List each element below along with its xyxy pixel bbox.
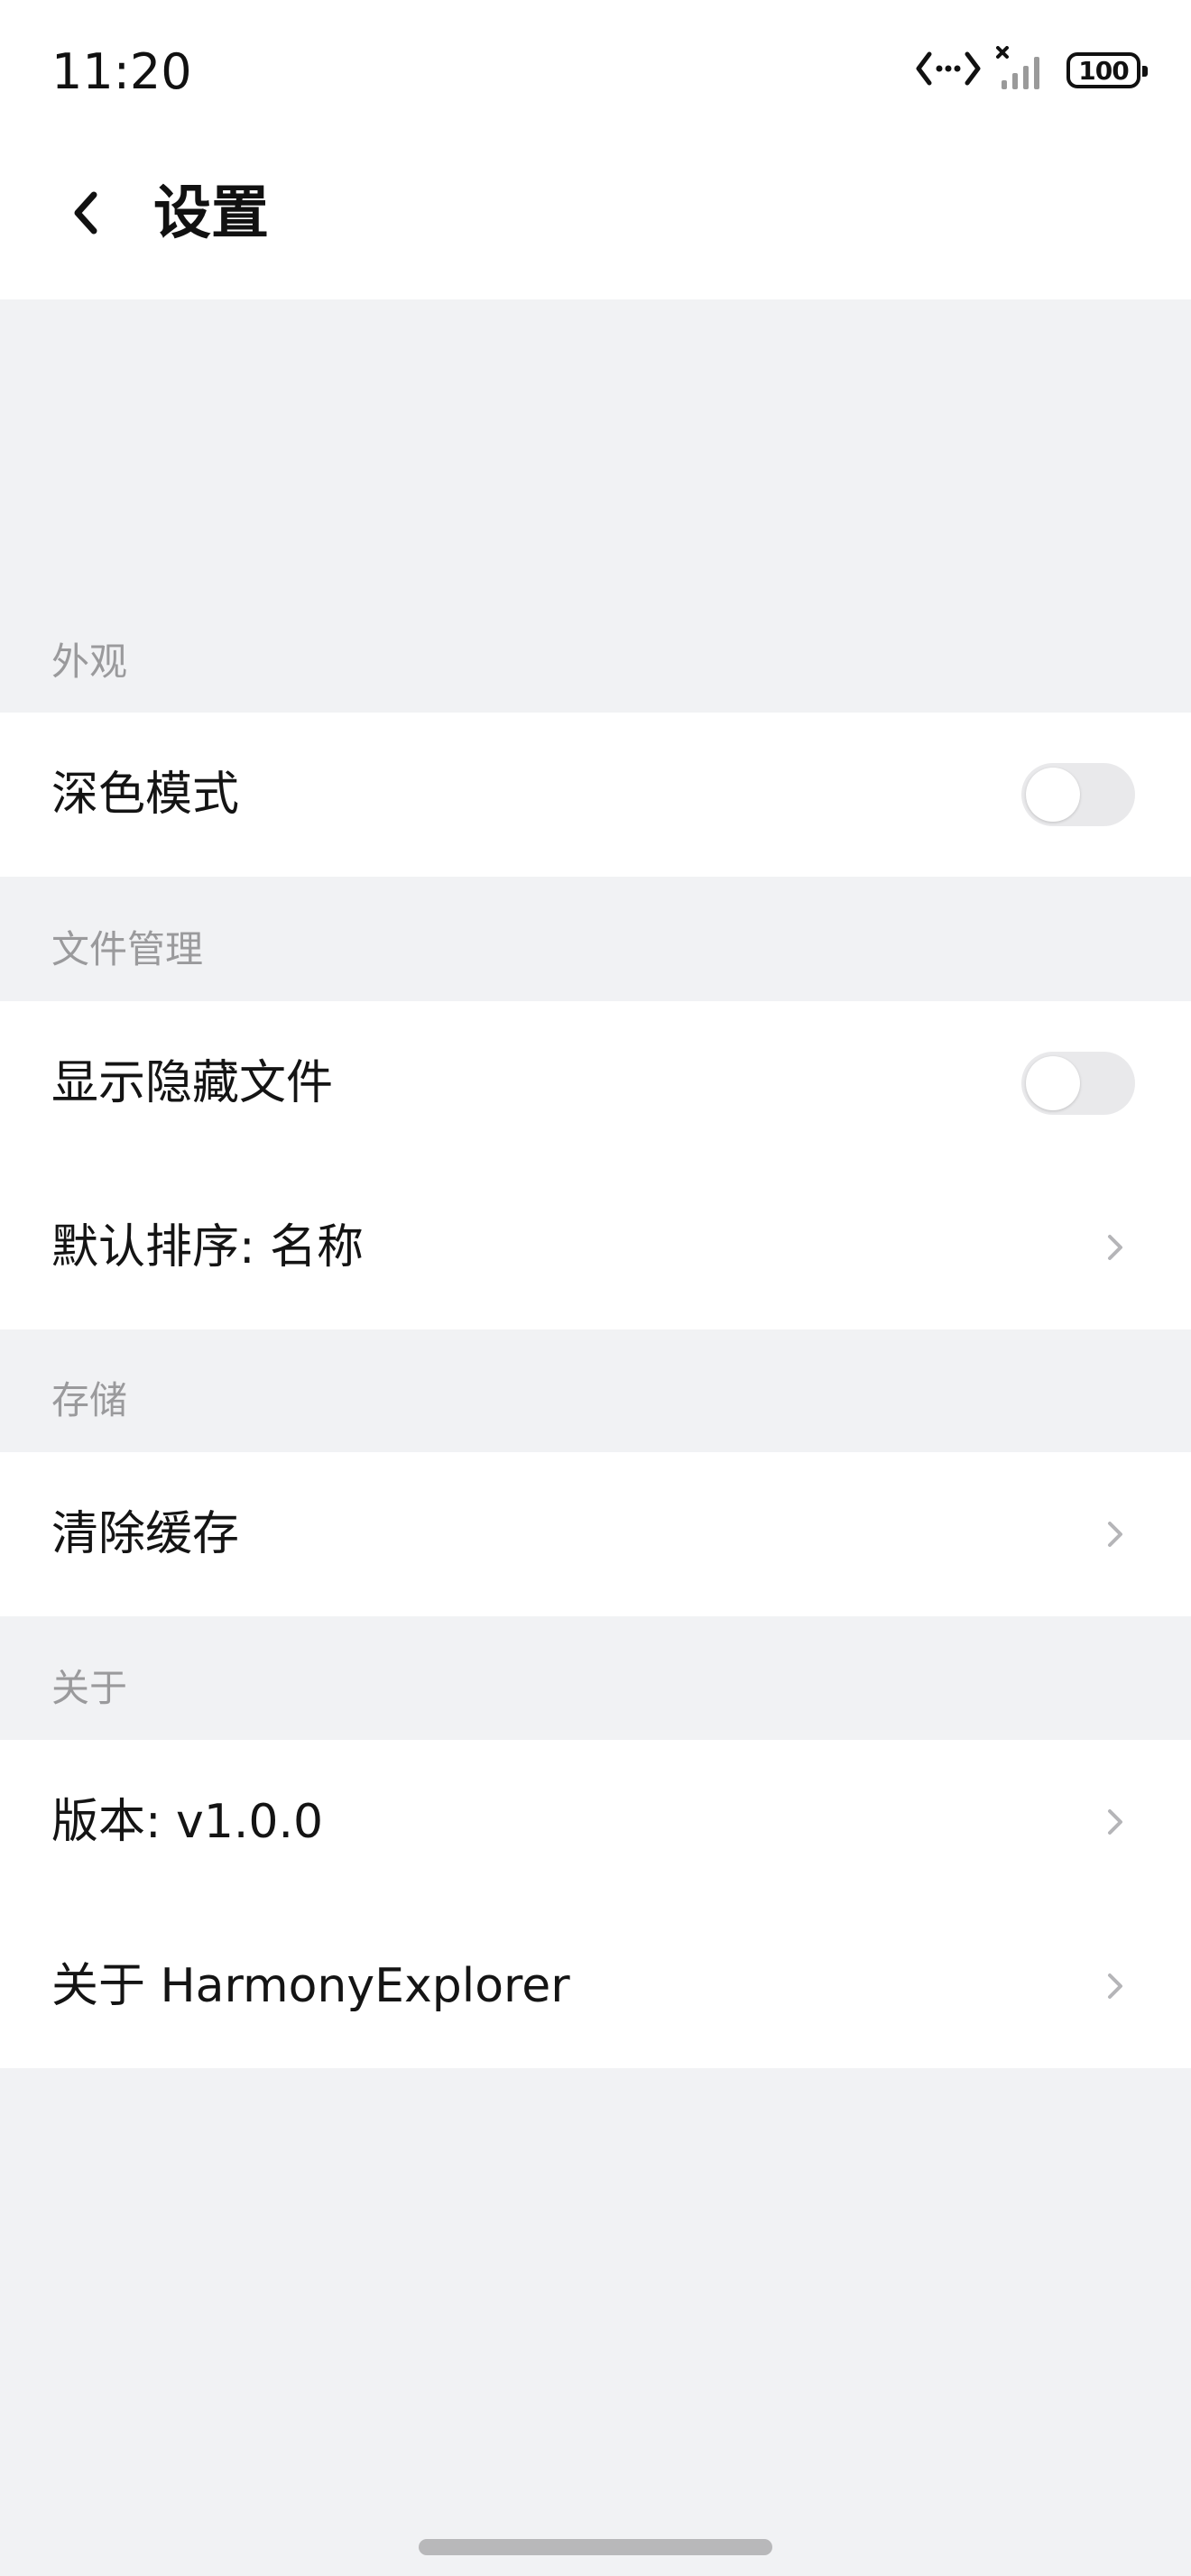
default-sort-row[interactable]: 默认排序: 名称 [0, 1165, 1191, 1329]
default-sort-label: 默认排序: 名称 [51, 1220, 365, 1274]
chevron-right-icon [1108, 1235, 1122, 1260]
battery-icon: 100 [1066, 52, 1148, 88]
back-button[interactable] [54, 180, 119, 245]
about-app-label: 关于 HarmonyExplorer [51, 1959, 570, 2013]
section-label-about: 关于 [51, 1666, 128, 1710]
battery-cap [1142, 66, 1148, 77]
version-label: 版本: v1.0.0 [51, 1795, 324, 1849]
about-app-row[interactable]: 关于 HarmonyExplorer [0, 1904, 1191, 2068]
status-bar: 11:20 100 [0, 0, 1191, 144]
card-file-management: 显示隐藏文件 默认排序: 名称 [0, 1001, 1191, 1329]
show-hidden-files-row[interactable]: 显示隐藏文件 [0, 1001, 1191, 1165]
no-signal-icon [996, 46, 1052, 95]
version-row[interactable]: 版本: v1.0.0 [0, 1740, 1191, 1904]
chevron-right-icon [1108, 1522, 1122, 1547]
chevron-right-icon [1108, 1973, 1122, 1999]
section-label-storage: 存储 [51, 1378, 128, 1422]
clear-cache-row[interactable]: 清除缓存 [0, 1452, 1191, 1616]
dark-mode-toggle[interactable] [1021, 763, 1135, 826]
battery-level: 100 [1078, 55, 1129, 86]
home-indicator[interactable] [419, 2539, 772, 2555]
app-header: 设置 [0, 144, 1191, 299]
status-time: 11:20 [51, 43, 192, 100]
clear-cache-label: 清除缓存 [51, 1507, 240, 1561]
chevron-right-icon [1108, 1809, 1122, 1835]
section-label-appearance: 外观 [51, 639, 128, 684]
show-hidden-files-toggle[interactable] [1021, 1052, 1135, 1115]
page-title: 设置 [153, 180, 269, 247]
card-appearance: 深色模式 [0, 713, 1191, 877]
show-hidden-files-label: 显示隐藏文件 [51, 1056, 334, 1110]
toggle-knob [1026, 1056, 1080, 1110]
toggle-knob [1026, 768, 1080, 822]
card-about: 版本: v1.0.0 关于 HarmonyExplorer [0, 1740, 1191, 2068]
dark-mode-label: 深色模式 [51, 768, 240, 822]
status-icons: 100 [915, 41, 1148, 99]
data-transfer-icon [915, 49, 982, 92]
section-label-file-management: 文件管理 [51, 927, 204, 971]
chevron-left-icon [74, 191, 97, 235]
card-storage: 清除缓存 [0, 1452, 1191, 1616]
dark-mode-row[interactable]: 深色模式 [0, 713, 1191, 877]
